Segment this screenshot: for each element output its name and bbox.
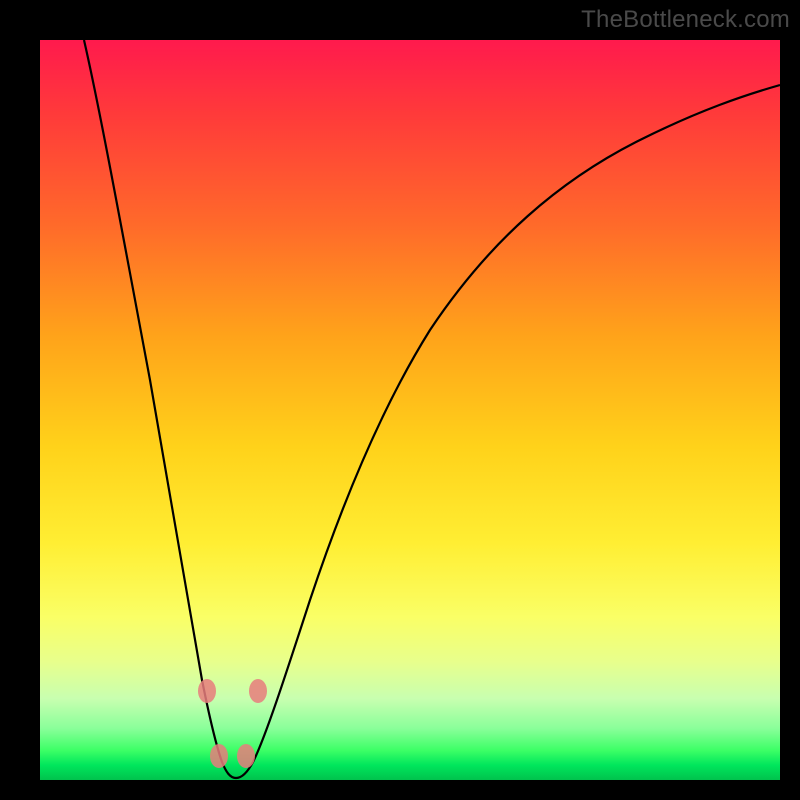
chart-frame: TheBottleneck.com xyxy=(0,0,800,800)
curve-svg xyxy=(40,40,780,780)
marker-left-lower xyxy=(210,744,228,768)
watermark-label: TheBottleneck.com xyxy=(581,6,790,34)
bottleneck-curve xyxy=(84,40,780,778)
marker-right-lower xyxy=(237,744,255,768)
marker-right-upper xyxy=(249,679,267,703)
marker-left-upper xyxy=(198,679,216,703)
plot-area xyxy=(40,40,780,780)
